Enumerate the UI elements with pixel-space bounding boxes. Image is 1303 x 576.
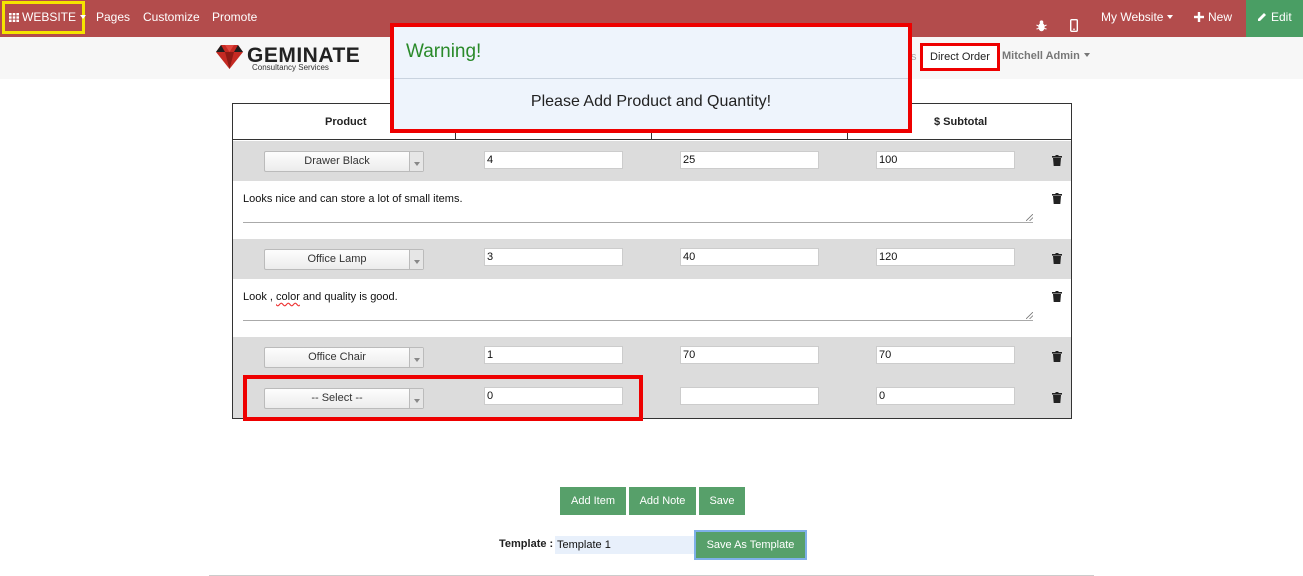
- chevron-down-icon: [1167, 15, 1174, 19]
- trash-icon[interactable]: [1052, 253, 1062, 264]
- note-text: and quality is good.: [299, 291, 398, 303]
- note-text: Look ,: [243, 291, 277, 303]
- menu-promote[interactable]: Promote: [212, 0, 257, 37]
- warning-title: Warning!: [406, 41, 482, 62]
- table-row: Office Lamp 3 40 120: [233, 239, 1071, 279]
- quantity-input[interactable]: 1: [484, 346, 623, 364]
- trash-icon[interactable]: [1052, 155, 1062, 166]
- note-row: Looks nice and can store a lot of small …: [233, 181, 1071, 239]
- quantity-input[interactable]: 4: [484, 151, 623, 169]
- highlight-box: [243, 375, 643, 421]
- product-select-value: Office Chair: [308, 351, 366, 363]
- diamond-logo-icon: [216, 45, 243, 69]
- edit-button[interactable]: Edit: [1246, 0, 1303, 37]
- add-note-button[interactable]: Add Note: [629, 487, 696, 515]
- chevron-down-icon: [409, 152, 423, 171]
- column-header-subtotal: $ Subtotal: [934, 116, 988, 128]
- website-apps-menu[interactable]: WEBSITE: [2, 1, 87, 34]
- resize-handle-icon[interactable]: [1026, 312, 1033, 319]
- subtotal-input[interactable]: 70: [876, 346, 1015, 364]
- price-input[interactable]: [680, 387, 819, 405]
- template-label: Template :: [499, 538, 554, 550]
- note-textarea[interactable]: Looks nice and can store a lot of small …: [243, 181, 1033, 223]
- note-row: Look , color and quality is good.: [233, 279, 1071, 337]
- user-name: Mitchell Admin: [1002, 50, 1080, 62]
- template-input[interactable]: Template 1: [555, 536, 694, 554]
- column-header-product: Product: [325, 116, 367, 128]
- subtotal-input[interactable]: 0: [876, 387, 1015, 405]
- pencil-icon: [1258, 13, 1266, 21]
- add-item-button[interactable]: Add Item: [560, 487, 626, 515]
- note-text-misspelled: color: [276, 291, 300, 303]
- grid-icon: [9, 13, 19, 22]
- warning-divider: [394, 78, 908, 79]
- menu-customize[interactable]: Customize: [143, 0, 200, 37]
- mobile-icon: [1069, 18, 1078, 33]
- nav-direct-order[interactable]: Direct Order: [920, 43, 1000, 71]
- table-row: Office Chair 1 70 70: [233, 337, 1071, 377]
- warning-popup: Warning! Please Add Product and Quantity…: [390, 23, 912, 133]
- save-as-template-button[interactable]: Save As Template: [694, 530, 807, 560]
- chevron-down-icon: [80, 15, 87, 19]
- subtotal-input[interactable]: 120: [876, 248, 1015, 266]
- order-table: Product $ Subtotal Drawer Black 4 25 100…: [232, 103, 1072, 419]
- page: WEBSITE Pages Customize Promote My Websi…: [0, 0, 1303, 576]
- bug-icon: [1036, 20, 1047, 32]
- mobile-preview-button[interactable]: [1069, 11, 1078, 33]
- product-select-value: Drawer Black: [304, 155, 370, 167]
- subtotal-input[interactable]: 100: [876, 151, 1015, 169]
- price-input[interactable]: 70: [680, 346, 819, 364]
- product-select-value: Office Lamp: [307, 253, 367, 265]
- website-apps-label: WEBSITE: [22, 10, 77, 24]
- new-label: New: [1208, 10, 1233, 24]
- chevron-down-icon: [1083, 53, 1090, 57]
- brand-tagline: Consultancy Services: [252, 63, 329, 72]
- quantity-input[interactable]: 3: [484, 248, 623, 266]
- resize-handle-icon[interactable]: [1026, 214, 1033, 221]
- note-textarea[interactable]: Look , color and quality is good.: [243, 279, 1033, 321]
- trash-icon[interactable]: [1052, 351, 1062, 362]
- price-input[interactable]: 25: [680, 151, 819, 169]
- product-select[interactable]: Office Lamp: [264, 249, 424, 270]
- save-button[interactable]: Save: [699, 487, 745, 515]
- menu-pages[interactable]: Pages: [96, 0, 130, 37]
- trash-icon[interactable]: [1052, 291, 1062, 302]
- debug-button[interactable]: [1036, 11, 1047, 32]
- chevron-down-icon: [409, 250, 423, 269]
- edit-label: Edit: [1271, 10, 1292, 24]
- my-website-menu[interactable]: My Website: [1101, 0, 1174, 37]
- price-input[interactable]: 40: [680, 248, 819, 266]
- my-website-label: My Website: [1101, 10, 1164, 24]
- product-select[interactable]: Office Chair: [264, 347, 424, 368]
- trash-icon[interactable]: [1052, 193, 1062, 204]
- plus-icon: [1194, 12, 1204, 22]
- warning-message: Please Add Product and Quantity!: [530, 93, 772, 110]
- trash-icon[interactable]: [1052, 392, 1062, 403]
- table-row: Drawer Black 4 25 100: [233, 141, 1071, 181]
- user-menu[interactable]: Mitchell Admin: [1002, 50, 1090, 62]
- chevron-down-icon: [409, 348, 423, 367]
- product-select[interactable]: Drawer Black: [264, 151, 424, 172]
- new-button[interactable]: New: [1194, 0, 1232, 37]
- brand-logo[interactable]: GEMINATE Consultancy Services: [216, 44, 360, 74]
